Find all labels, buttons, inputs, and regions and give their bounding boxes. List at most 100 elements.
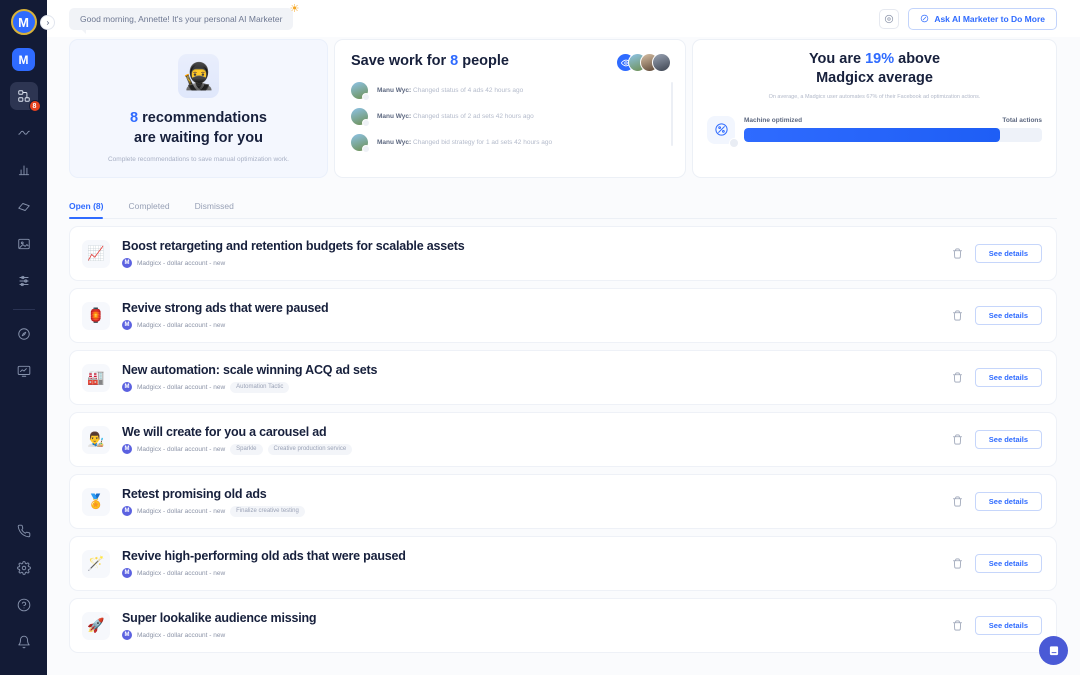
recommendation-row[interactable]: 🪄 Revive high-performing old ads that wer…: [69, 536, 1057, 592]
sidebar-item-help[interactable]: [10, 591, 38, 619]
machine-optimized-label: Machine optimized: [744, 117, 803, 125]
chat-icon: [1049, 645, 1058, 655]
sidebar-item-audiences[interactable]: [10, 119, 38, 147]
recommendation-account: Madgicx - dollar account - new: [137, 259, 226, 267]
recommendation-actions: See details: [949, 554, 1042, 574]
recommendation-title: Super lookalike audience missing: [122, 611, 317, 626]
see-details-button[interactable]: See details: [974, 306, 1042, 326]
bell-icon: [17, 635, 30, 649]
sidebar-item-analytics[interactable]: [10, 156, 38, 184]
benchmark-progress-fill: [744, 128, 1001, 143]
delete-recommendation-button[interactable]: [949, 307, 966, 324]
activity-card: Save work for 8 people Manu Wyc: Changed…: [334, 39, 686, 179]
delete-recommendation-button[interactable]: [949, 369, 966, 386]
recommendation-title: New automation: scale winning ACQ ad set…: [122, 362, 378, 377]
activity-type-badge: [362, 93, 370, 101]
recommendation-emoji-icon: 🚀: [82, 611, 110, 640]
see-details-button[interactable]: See details: [974, 492, 1042, 512]
activity-feed-row: Manu Wyc: Changed status of 4 ads 42 hou…: [351, 82, 671, 101]
avatar: [351, 108, 370, 127]
sidebar-nav: 8: [9, 82, 41, 394]
ask-ai-marketer-button[interactable]: Ask AI Marketer to Do More: [908, 7, 1057, 30]
sidebar-collapse-toggle[interactable]: [40, 15, 55, 30]
recommendation-title: Boost retargeting and retention budgets …: [122, 239, 465, 254]
recommendation-row[interactable]: 🚀 Super lookalike audience missing M Madgic…: [69, 598, 1057, 654]
sidebar-item-reports[interactable]: [10, 357, 38, 385]
recommendations-summary-card: 🥷 8 recommendations are waiting for you …: [69, 39, 328, 179]
sun-sparkle-icon: ☀: [289, 2, 300, 15]
recommendation-tag: Sparkle: [230, 443, 263, 455]
activity-title-prefix: Save work for: [351, 53, 451, 69]
delete-recommendation-button[interactable]: [949, 617, 966, 634]
delete-recommendation-button[interactable]: [949, 493, 966, 510]
recommendation-emoji-icon: 🪄: [82, 549, 110, 578]
recommendation-row[interactable]: 📈 Boost retargeting and retention budgets…: [69, 226, 1057, 282]
recommendation-account: Madgicx - dollar account - new: [137, 445, 226, 453]
see-details-button[interactable]: See details: [974, 616, 1042, 636]
recommendation-body: Boost retargeting and retention budgets …: [122, 239, 465, 269]
brand-logo[interactable]: M: [10, 9, 37, 35]
sidebar-badge: 8: [28, 100, 41, 112]
sidebar-item-settings-sliders[interactable]: [10, 267, 38, 295]
sidebar-item-settings[interactable]: [10, 554, 38, 582]
bar-chart-icon: [18, 165, 29, 176]
trash-icon: [952, 310, 962, 321]
sidebar-divider: [12, 309, 35, 310]
chevron-right-icon: [46, 20, 49, 25]
recommendation-body: Revive high-performing old ads that were…: [122, 549, 406, 579]
compass-icon: [17, 328, 30, 340]
recommendation-body: Retest promising old ads M Madgicx - dolla…: [122, 487, 305, 517]
tab-completed[interactable]: Completed: [128, 201, 169, 218]
see-details-button[interactable]: See details: [974, 244, 1042, 264]
activity-action-text: Changed status of 2 ad sets 42 hours ago: [411, 113, 534, 120]
recommendation-row[interactable]: 🏭 New automation: scale winning ACQ ad se…: [69, 350, 1057, 406]
workspace-logo[interactable]: M: [12, 48, 35, 71]
recommendations-title-rest: recommendations: [138, 110, 267, 126]
avatar: [351, 82, 370, 101]
sidebar-item-explore[interactable]: [10, 320, 38, 348]
see-details-button[interactable]: See details: [974, 368, 1042, 388]
activity-feed: Manu Wyc: Changed status of 4 ads 42 hou…: [351, 82, 673, 153]
activity-user-name: Manu Wyc:: [377, 113, 412, 120]
topbar-settings-button[interactable]: [879, 8, 900, 29]
activity-card-title: Save work for 8 people: [351, 53, 509, 69]
recommendation-account: Madgicx - dollar account - new: [137, 321, 226, 329]
phone-icon: [17, 524, 30, 538]
greeting-bubble: Good morning, Annette! It's your persona…: [69, 7, 294, 30]
recommendation-row[interactable]: 🏅 Retest promising old ads M Madgicx - doll…: [69, 474, 1057, 530]
recommendation-actions: See details: [949, 430, 1042, 450]
recommendation-account: Madgicx - dollar account - new: [137, 383, 226, 391]
recommendation-row[interactable]: 🏮 Revive strong ads that were paused M Madg…: [69, 288, 1057, 344]
delete-recommendation-button[interactable]: [949, 431, 966, 448]
see-details-button[interactable]: See details: [974, 554, 1042, 574]
avatar: [652, 53, 671, 72]
recommendation-title: We will create for you a carousel ad: [122, 424, 327, 439]
activity-type-badge: [362, 119, 370, 127]
delete-recommendation-button[interactable]: [949, 245, 966, 262]
activity-feed-scrollbar[interactable]: [670, 82, 673, 146]
cookie-glyph: [714, 123, 728, 136]
recommendation-row[interactable]: 👨‍🎨 We will create for you a carousel ad M…: [69, 412, 1057, 468]
activity-avatar-stack[interactable]: [616, 53, 671, 72]
sidebar-item-creative[interactable]: [10, 230, 38, 258]
recommendation-meta: M Madgicx - dollar account - new: [122, 568, 406, 579]
trash-icon: [952, 372, 962, 383]
sidebar-item-notifications[interactable]: [10, 628, 38, 656]
trash-icon: [952, 620, 962, 631]
sidebar-item-tactics[interactable]: [10, 193, 38, 221]
sidebar-item-recommendations[interactable]: 8: [9, 82, 41, 112]
image-icon: [17, 238, 30, 250]
sidebar-item-call[interactable]: [10, 517, 38, 545]
tab-dismissed[interactable]: Dismissed: [195, 201, 234, 218]
activity-feed-row: Manu Wyc: Changed bid strategy for 1 ad …: [351, 134, 671, 153]
chat-widget-button[interactable]: [1039, 636, 1068, 665]
recommendation-title: Revive strong ads that were paused: [122, 301, 329, 316]
delete-recommendation-button[interactable]: [949, 555, 966, 572]
account-avatar: M: [122, 630, 132, 641]
benchmark-title-prefix: You are: [808, 51, 866, 67]
see-details-button[interactable]: See details: [974, 430, 1042, 450]
diamond-icon: [17, 203, 30, 211]
recommendation-tag: Automation Tactic: [230, 381, 290, 393]
recommendation-title: Retest promising old ads: [122, 486, 267, 501]
tab-open[interactable]: Open (8): [69, 201, 104, 220]
